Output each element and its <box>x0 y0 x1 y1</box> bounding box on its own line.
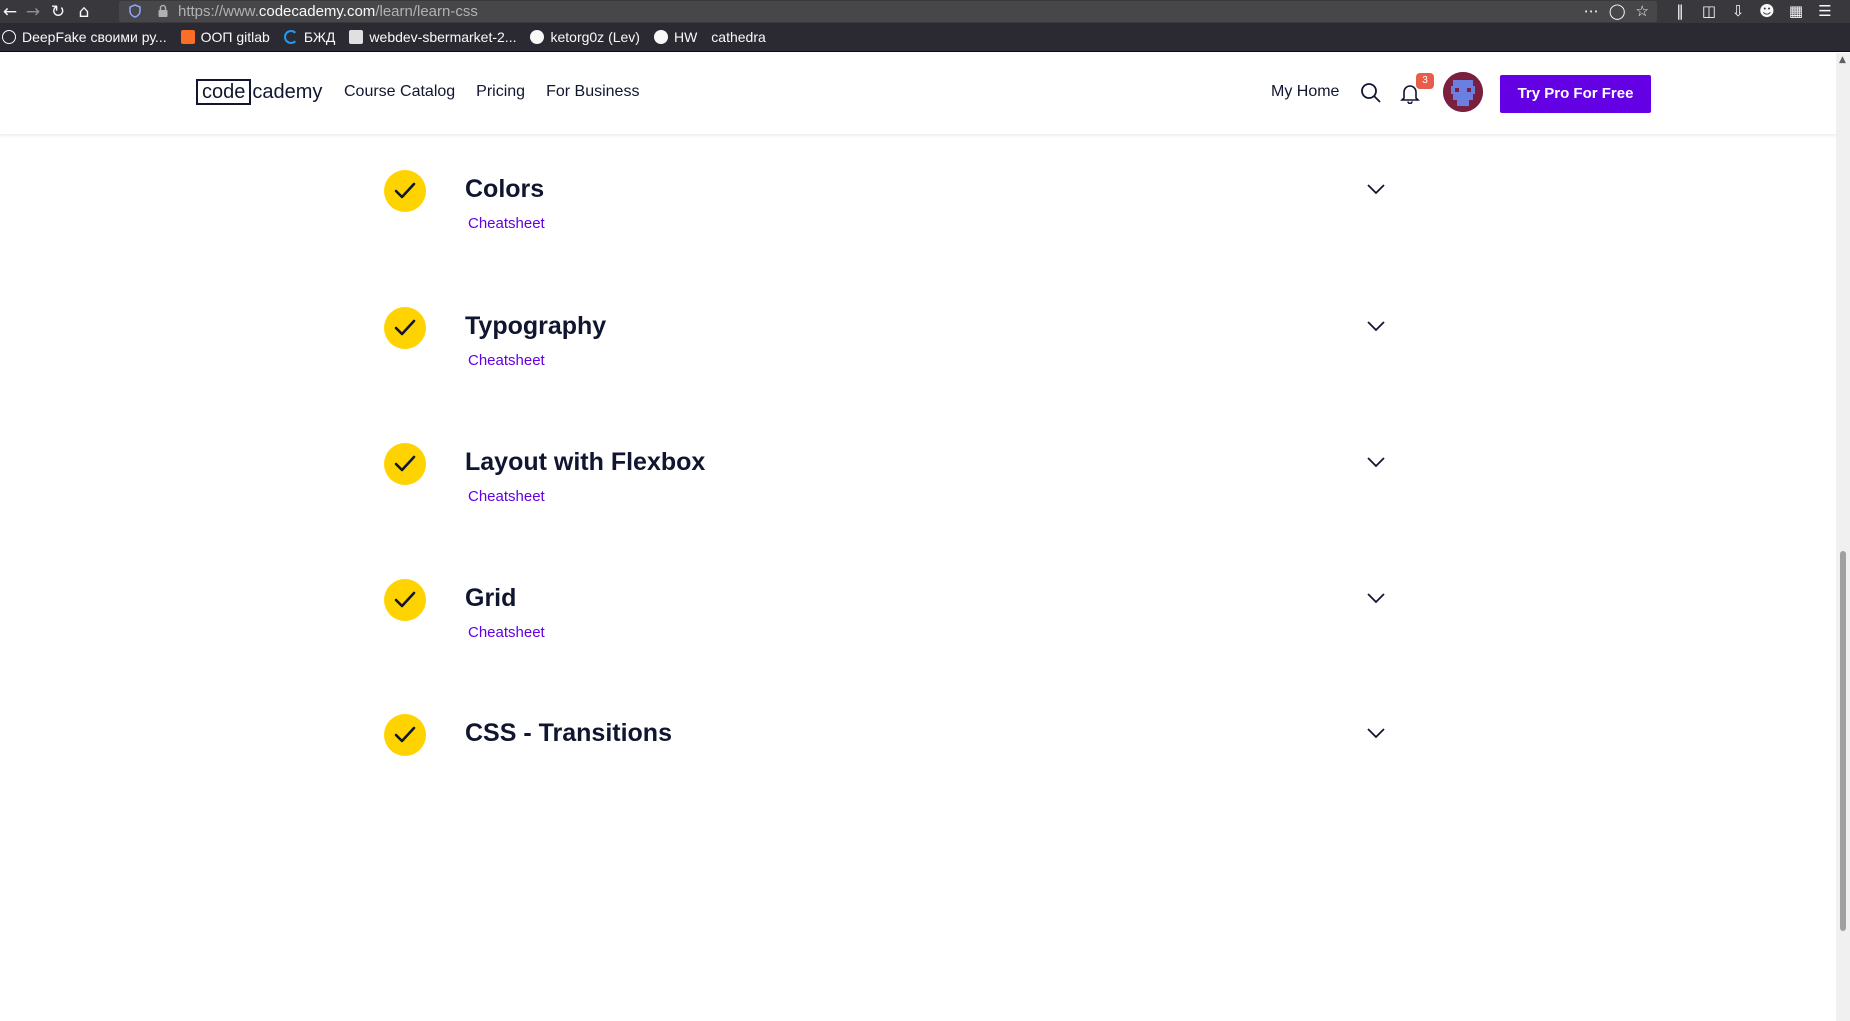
module-title[interactable]: Typography <box>465 312 606 341</box>
module-title[interactable]: Layout with Flexbox <box>465 448 705 477</box>
check-circle-icon <box>384 579 426 621</box>
more-icon[interactable]: ⋯ <box>1584 2 1599 20</box>
search-icon[interactable] <box>1360 82 1382 104</box>
check-circle-icon <box>384 443 426 485</box>
cheatsheet-link[interactable]: Cheatsheet <box>468 215 545 232</box>
library-icon[interactable]: ‖ <box>1670 2 1690 20</box>
forward-icon[interactable]: → <box>23 2 43 22</box>
cheatsheet-link[interactable]: Cheatsheet <box>468 624 545 641</box>
check-circle-icon <box>384 170 426 212</box>
logo-boxed-text: code <box>196 79 252 105</box>
bookmark-item[interactable]: HW <box>653 29 697 45</box>
module-title[interactable]: Grid <box>465 584 516 613</box>
my-home-link[interactable]: My Home <box>1271 83 1339 101</box>
browser-toolbar: ← → ↻ ⌂ https://www.codecademy.com/learn… <box>0 0 1850 23</box>
cheatsheet-link[interactable]: Cheatsheet <box>468 488 545 505</box>
lock-icon[interactable] <box>157 4 169 18</box>
url-text: https://www.codecademy.com/learn/learn-c… <box>178 3 478 20</box>
bookmark-item[interactable]: ООП gitlab <box>180 29 270 45</box>
globe-icon <box>2 30 16 44</box>
menu-icon[interactable]: ☰ <box>1815 2 1835 20</box>
github-icon <box>530 30 545 44</box>
chevron-down-icon[interactable] <box>1366 591 1386 605</box>
pocket-icon[interactable]: ◯ <box>1609 2 1626 20</box>
bookmark-item[interactable]: cathedra <box>711 29 765 45</box>
trello-icon <box>349 30 364 44</box>
codecademy-logo[interactable]: code cademy <box>196 78 322 106</box>
check-circle-icon <box>384 714 426 756</box>
avatar[interactable] <box>1443 72 1483 112</box>
address-bar[interactable]: https://www.codecademy.com/learn/learn-c… <box>119 1 1657 22</box>
scrollbar-thumb[interactable] <box>1840 551 1846 931</box>
page-scrollbar[interactable]: ▲ <box>1836 53 1850 1021</box>
bookmark-item[interactable]: webdev-sbermarket-2... <box>349 29 516 45</box>
main-nav: Course Catalog Pricing For Business <box>344 83 639 101</box>
cheatsheet-link[interactable]: Cheatsheet <box>468 352 545 369</box>
site-header: code cademy Course Catalog Pricing For Bu… <box>0 53 1836 135</box>
bookmarks-bar: DeepFake своими ру... ООП gitlab БЖД web… <box>0 23 1850 52</box>
chevron-down-icon[interactable] <box>1366 182 1386 196</box>
reload-icon[interactable]: ↻ <box>48 2 68 22</box>
nav-for-business[interactable]: For Business <box>546 83 639 101</box>
module-title[interactable]: Colors <box>465 175 544 204</box>
chevron-down-icon[interactable] <box>1366 319 1386 333</box>
bookmark-item[interactable]: DeepFake своими ру... <box>2 29 167 45</box>
back-icon[interactable]: ← <box>0 2 20 22</box>
logo-rest-text: cademy <box>252 80 323 103</box>
account-icon[interactable]: ☻ <box>1757 2 1777 20</box>
scroll-up-icon[interactable]: ▲ <box>1839 55 1846 65</box>
pixel-avatar-icon <box>1443 72 1483 112</box>
nav-pricing[interactable]: Pricing <box>476 83 525 101</box>
module-title[interactable]: CSS - Transitions <box>465 719 672 748</box>
github-icon <box>653 30 668 44</box>
star-icon[interactable]: ☆ <box>1636 2 1649 20</box>
chevron-down-icon[interactable] <box>1366 455 1386 469</box>
check-circle-icon <box>384 307 426 349</box>
home-icon[interactable]: ⌂ <box>74 2 94 22</box>
spinner-icon <box>283 30 298 44</box>
download-icon[interactable]: ⇩ <box>1728 2 1748 20</box>
extension-icon[interactable]: ▦ <box>1786 2 1806 20</box>
module-row: Typography Cheatsheet <box>384 307 1394 427</box>
bookmark-item[interactable]: ketorg0z (Lev) <box>530 29 640 45</box>
page-content: code cademy Course Catalog Pricing For Bu… <box>0 53 1836 1021</box>
chevron-down-icon[interactable] <box>1366 726 1386 740</box>
module-row: Colors Cheatsheet <box>384 170 1394 290</box>
sidebar-icon[interactable]: ◫ <box>1699 2 1719 20</box>
shield-icon[interactable] <box>129 4 141 18</box>
bookmark-item[interactable]: БЖД <box>283 29 335 45</box>
gitlab-icon <box>180 30 195 44</box>
module-row: Grid Cheatsheet <box>384 579 1394 699</box>
module-row: CSS - Transitions <box>384 714 1394 834</box>
nav-course-catalog[interactable]: Course Catalog <box>344 83 455 101</box>
module-row: Layout with Flexbox Cheatsheet <box>384 443 1394 563</box>
try-pro-button[interactable]: Try Pro For Free <box>1500 75 1651 113</box>
notification-badge: 3 <box>1416 73 1434 89</box>
